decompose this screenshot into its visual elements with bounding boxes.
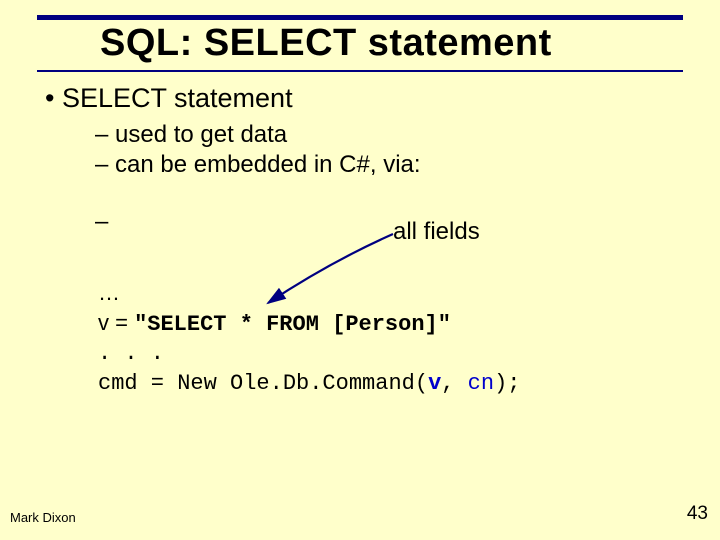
- annotation-all-fields: all fields: [393, 218, 480, 246]
- code-l2-lhs: v =: [98, 310, 134, 335]
- code-l2-sql: "SELECT * FROM [Person]": [134, 312, 451, 337]
- bullet-level2-a-text: used to get data: [115, 121, 287, 148]
- bullet-level1-text: SELECT statement: [62, 83, 293, 113]
- arrow-to-asterisk: [0, 0, 720, 540]
- code-line-2: v = "SELECT * FROM [Person]": [98, 308, 520, 340]
- footer-author: Mark Dixon: [10, 510, 76, 525]
- code-l4-param-v: v: [428, 371, 441, 396]
- footer-page-number: 43: [687, 503, 708, 525]
- code-line-4: cmd = New Ole.Db.Command(v, cn);: [98, 369, 520, 399]
- content-region: • SELECT statement – used to get data – …: [37, 83, 683, 236]
- bullet-level1: • SELECT statement: [45, 83, 683, 114]
- code-block: … v = "SELECT * FROM [Person]" . . . cmd…: [98, 278, 520, 399]
- code-l4-param-cn: cn: [468, 371, 494, 396]
- bullet-level2-a: – used to get data: [95, 120, 683, 150]
- lone-dash: –: [95, 208, 683, 236]
- slide-title: SQL: SELECT statement: [100, 22, 552, 65]
- bullet-level2-b: – can be embedded in C#, via:: [95, 150, 683, 180]
- top-thick-rule: [37, 15, 683, 20]
- code-l4-a: cmd = New Ole.Db.Command(: [98, 371, 428, 396]
- code-line-3: . . .: [98, 339, 520, 369]
- title-underline: [37, 70, 683, 72]
- bullet-level2-b-text: can be embedded in C#, via:: [115, 151, 421, 178]
- code-l4-e: );: [494, 371, 520, 396]
- code-l4-c: ,: [441, 371, 467, 396]
- code-line-1: …: [98, 278, 520, 308]
